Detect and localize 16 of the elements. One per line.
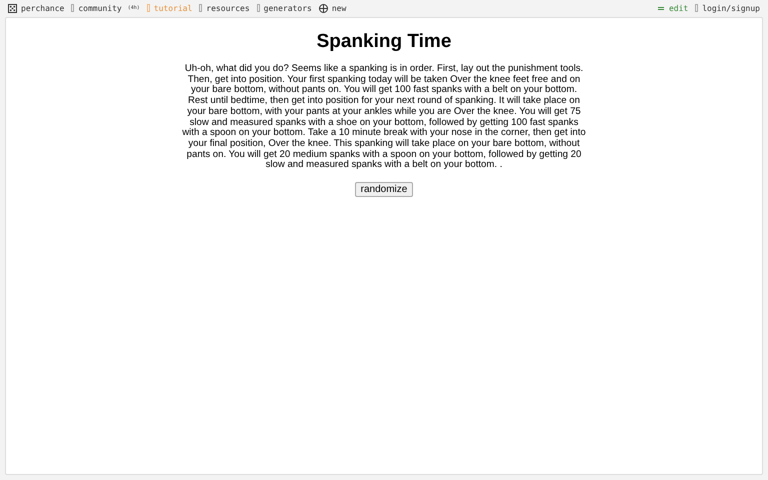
box-icon [256, 4, 260, 12]
box-icon [146, 4, 150, 12]
box-icon [199, 4, 202, 12]
box-icon [71, 4, 74, 12]
box-icon [695, 4, 698, 12]
nav-link[interactable]: new [318, 4, 346, 12]
nav-link[interactable]: generators [256, 4, 312, 12]
page-title: Spanking Time [316, 31, 452, 53]
nav-link[interactable]: resources [199, 4, 250, 12]
generated-text: Uh-oh, what did you do? Seems like a spanking is in order. First, lay out the punishment tools. Then, get into position. Your first spanking today will be taken Over the knee feet free and on your bare bottom, without pants on. You will get 100 fast spanks with a belt on your bottom. Rest until bedtime, then get into position for your next round of spanking. It will take place on your bare bottom, with your pants at your ankles while you are Over the knee. You will get 75 slow and measured spanks with a shoe on your bottom, followed by getting 100 fast spanks with a spoon on your bottom. Take a 10 minute break with your nose in the corner, then get into your final position, Over the knee. This spanking will take place on your bare bottom, without pants on. You will get 20 medium spanks with a spoon on your bottom, followed by getting 20 slow and measured spanks with a belt on your bottom. . [182, 64, 586, 172]
nav-link[interactable]: perchance [8, 4, 64, 12]
randomize-button[interactable]: randomize [354, 182, 414, 198]
nav-link[interactable]: login/signup [695, 4, 760, 12]
dice-icon [8, 4, 17, 12]
nav-link[interactable]: edit [658, 4, 688, 12]
add-icon [318, 4, 328, 12]
